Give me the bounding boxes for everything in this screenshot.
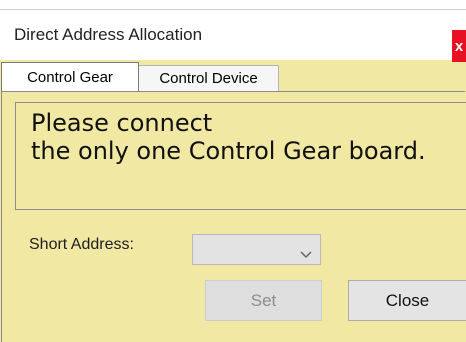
chevron-down-icon [300,246,312,264]
tab-control-device[interactable]: Control Device [138,65,279,91]
short-address-label: Short Address: [29,236,134,253]
dialog-window: Direct Address Allocation x Control Devi… [0,0,466,342]
message-box: Please connect the only one Control Gear… [15,102,466,210]
title-bar[interactable]: Direct Address Allocation x [0,9,466,62]
tab-control-gear[interactable]: Control Gear [1,62,139,91]
window-title: Direct Address Allocation [14,25,203,44]
set-button[interactable]: Set [205,280,322,321]
message-line-2: the only one Control Gear board. [31,137,426,165]
close-button[interactable]: Close [348,280,466,321]
top-edge [0,0,466,9]
tab-strip: Control Device Control Gear [0,60,466,92]
close-icon: x [454,37,464,55]
short-address-dropdown[interactable] [192,234,321,265]
message-line-1: Please connect [31,109,213,137]
close-window-button[interactable]: x [452,30,466,62]
